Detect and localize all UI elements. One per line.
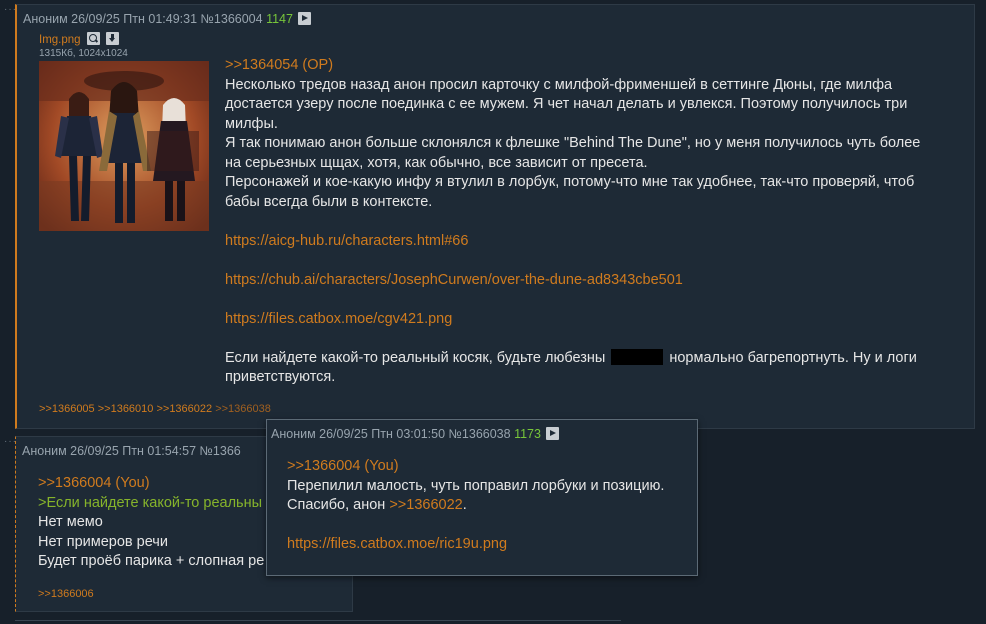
post-image-thumbnail[interactable] xyxy=(39,61,209,231)
external-link[interactable]: https://files.catbox.moe/cgv421.png xyxy=(225,311,452,327)
play-icon[interactable] xyxy=(298,12,312,25)
thread-indent-marker: ··· xyxy=(4,4,17,15)
reply-backlink[interactable]: >>1366006 xyxy=(38,588,94,600)
file-meta: 1315Кб, 1024x1024 xyxy=(39,48,128,59)
external-link[interactable]: https://aicg-hub.ru/characters.html#66 xyxy=(225,233,468,249)
body-text: нормально багрепортнуть. Ну и логи xyxy=(669,349,917,366)
reply-backlink[interactable]: >>1366038 xyxy=(215,403,271,415)
next-post-edge xyxy=(15,620,621,621)
post-body: >>1364054 (OP) Несколько тредов назад ан… xyxy=(225,56,965,388)
body-text: Спасибо, анон xyxy=(287,497,390,513)
post-datetime: 26/09/25 Птн 03:01:50 xyxy=(319,427,446,441)
post-preview-popup: Аноним 26/09/25 Птн 03:01:50 №1366038 11… xyxy=(266,419,698,576)
external-link[interactable]: https://files.catbox.moe/ric19u.png xyxy=(287,536,507,552)
post-1366004: Аноним 26/09/25 Птн 01:49:31 №1366004 11… xyxy=(15,4,975,429)
post-rating: 1173 xyxy=(514,427,541,441)
body-line: Перепилил малость, чуть поправил лорбуки… xyxy=(287,477,665,494)
post-header: Аноним 26/09/25 Птн 01:54:57 №1366 xyxy=(22,444,241,458)
body-line: достается узеру после поединка с ее муже… xyxy=(225,96,908,112)
body-line: Персонажей и кое-какую инфу я втулил в л… xyxy=(225,174,915,190)
external-link[interactable]: https://chub.ai/characters/JosephCurwen/… xyxy=(225,272,683,288)
post-author: Аноним xyxy=(271,427,316,441)
play-icon[interactable] xyxy=(546,427,560,440)
post-replies: >>1366005 >>1366010 >>1366022 >>1366038 xyxy=(39,403,271,415)
reply-backlink[interactable]: >>1366022 xyxy=(156,403,212,415)
post-datetime: 26/09/25 Птн 01:49:31 xyxy=(71,12,198,26)
reply-quote-link[interactable]: >>1366022 xyxy=(389,497,462,513)
download-icon[interactable] xyxy=(105,32,119,45)
reply-backlink[interactable]: >>1366005 xyxy=(39,403,95,415)
post-author: Аноним xyxy=(23,12,68,26)
post-header: Аноним 26/09/25 Птн 01:49:31 №1366004 11… xyxy=(23,12,312,26)
post-number[interactable]: №1366004 xyxy=(201,12,263,26)
post-body: >>1366004 (You) Перепилил малость, чуть … xyxy=(287,457,687,555)
reply-quote-link[interactable]: >>1366004 (You) xyxy=(38,475,150,491)
body-text: . xyxy=(462,497,467,513)
post-number[interactable]: №1366038 xyxy=(449,427,511,441)
file-name-link[interactable]: Img.png xyxy=(39,34,81,46)
reply-quote-link[interactable]: >>1364054 (OP) xyxy=(225,57,333,73)
body-line: бабы всегда были в контексте. xyxy=(225,193,433,210)
post-number[interactable]: №1366 xyxy=(200,444,241,458)
thread-indent-marker: ··· xyxy=(4,436,17,447)
body-line: Несколько тредов назад анон просил карто… xyxy=(225,76,893,93)
post-datetime: 26/09/25 Птн 01:54:57 xyxy=(70,444,197,458)
body-line: на серьезных щщах, хотя, как обычно, все… xyxy=(225,154,648,171)
post-author: Аноним xyxy=(22,444,67,458)
search-icon[interactable] xyxy=(86,32,100,45)
body-line: приветствуются. xyxy=(225,369,336,385)
post-header: Аноним 26/09/25 Птн 03:01:50 №1366038 11… xyxy=(271,427,560,441)
spoiler[interactable] xyxy=(611,348,664,365)
reply-quote-link[interactable]: >>1366004 (You) xyxy=(287,458,399,474)
post-rating: 1147 xyxy=(266,12,293,26)
body-text: Если найдете какой-то реальный косяк, бу… xyxy=(225,349,606,366)
body-line: Я так понимаю анон больше склонялся к фл… xyxy=(225,135,921,151)
file-info: Img.png xyxy=(39,32,119,46)
post-replies: >>1366006 xyxy=(38,588,94,600)
reply-backlink[interactable]: >>1366010 xyxy=(98,403,154,415)
body-line: милфы. xyxy=(225,115,278,132)
